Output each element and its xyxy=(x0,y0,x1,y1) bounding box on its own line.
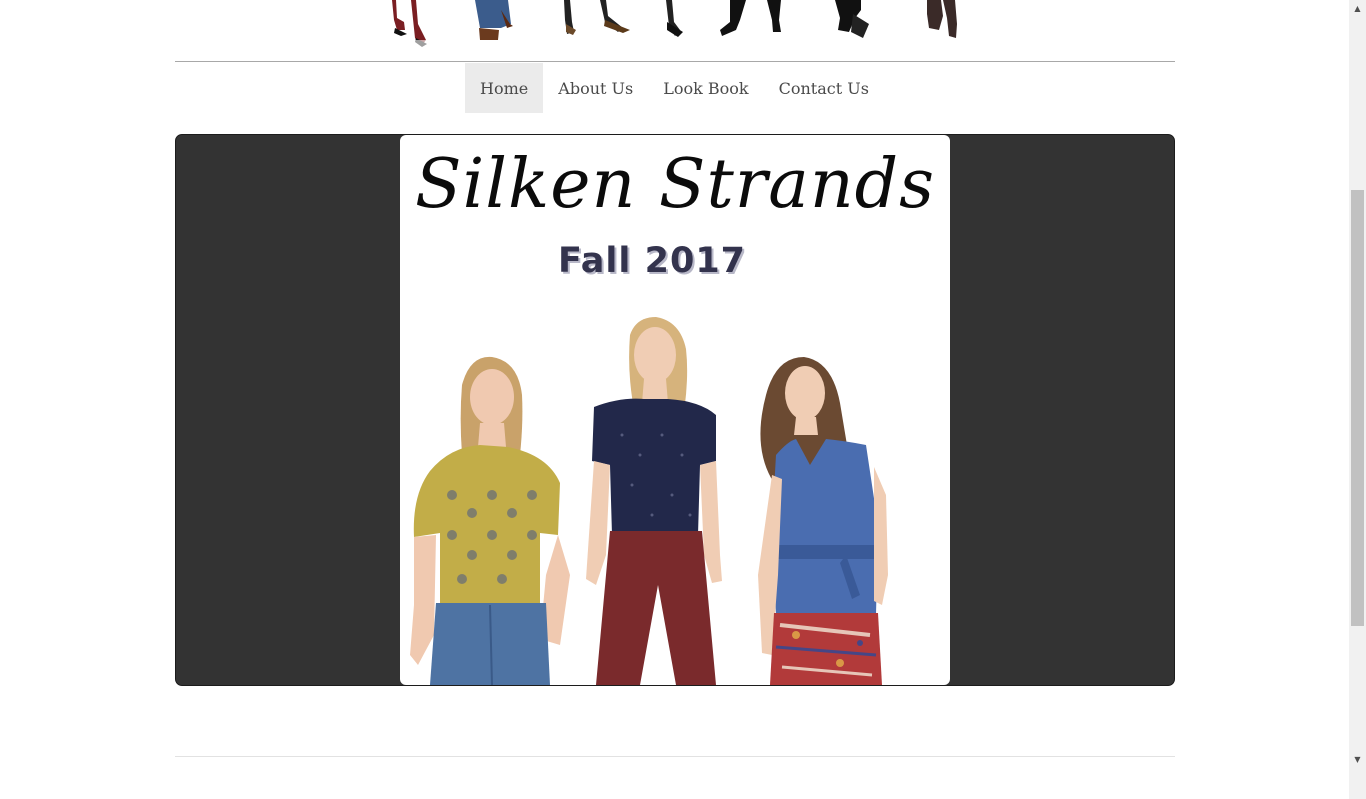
nav-item-contact-us[interactable]: Contact Us xyxy=(764,63,884,113)
nav-item-home[interactable]: Home xyxy=(465,63,544,113)
model-right xyxy=(758,357,888,685)
triangle-down-icon[interactable]: ▼ xyxy=(1349,751,1366,768)
nav-item-label: Home xyxy=(480,78,529,98)
footer-divider xyxy=(175,756,1175,757)
nav-item-label: Look Book xyxy=(663,78,749,98)
header-divider xyxy=(175,61,1175,62)
model-middle xyxy=(586,317,722,685)
vertical-scrollbar[interactable]: ▲ ▼ xyxy=(1349,0,1366,799)
triangle-up-icon[interactable]: ▲ xyxy=(1349,0,1366,17)
scrollbar-thumb[interactable] xyxy=(1351,190,1364,626)
feet-photo-image xyxy=(175,0,1175,61)
model-left xyxy=(410,356,570,685)
slide-fall-2017: Silken Strands Fall 2017 xyxy=(400,135,950,685)
models-photo-image xyxy=(410,317,888,685)
nav-item-look-book[interactable]: Look Book xyxy=(648,63,763,113)
nav-item-label: About Us xyxy=(558,78,634,98)
hero-slideshow[interactable]: Silken Strands Fall 2017 xyxy=(175,134,1175,686)
page: Home About Us Look Book Contact Us Silke… xyxy=(0,0,1349,799)
header-feet-banner xyxy=(175,0,1175,61)
main-nav: Home About Us Look Book Contact Us xyxy=(0,63,1349,113)
nav-item-label: Contact Us xyxy=(778,78,869,98)
nav-item-about-us[interactable]: About Us xyxy=(543,63,648,113)
